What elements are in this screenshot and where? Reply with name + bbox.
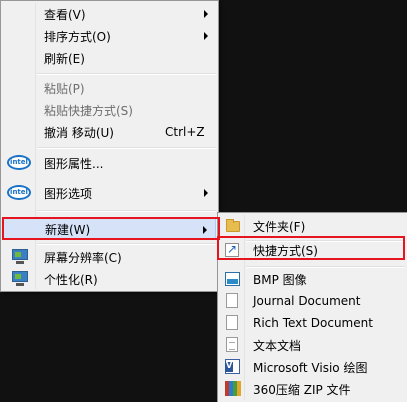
menu-item-label: 排序方式(O) (44, 29, 111, 44)
submenu-item-shortcut[interactable]: 快捷方式(S) (220, 239, 405, 261)
menu-item-label: 文件夹(F) (253, 219, 306, 234)
menu-item-new[interactable]: 新建(W) (3, 218, 216, 240)
document-icon (226, 293, 238, 308)
menu-item-paste-shortcut: 粘贴快捷方式(S) (3, 99, 216, 121)
document-icon (226, 315, 238, 330)
keyboard-shortcut: Ctrl+Z (165, 125, 205, 139)
menu-separator (37, 73, 216, 75)
submenu-arrow-icon (204, 189, 208, 197)
desktop-context-menu: 查看(V) 排序方式(O) 刷新(E) 粘贴(P) 粘贴快捷方式(S) 撤消 移… (0, 0, 219, 292)
monitor-icon (11, 249, 29, 265)
menu-item-label: 图形选项 (44, 186, 93, 201)
menu-item-label: 刷新(E) (44, 51, 85, 66)
menu-item-label: BMP 图像 (253, 272, 307, 287)
menu-item-personalize[interactable]: 个性化(R) (3, 268, 216, 290)
folder-icon (226, 219, 240, 232)
submenu-item-zip-file[interactable]: 360压缩 ZIP 文件 (220, 378, 405, 400)
menu-item-label: 撤消 移动(U) (44, 125, 114, 140)
menu-item-undo-move[interactable]: 撤消 移动(U) Ctrl+Z (3, 121, 216, 143)
bitmap-image-icon (225, 272, 240, 286)
menu-item-label: 查看(V) (44, 7, 86, 22)
menu-item-label: 快捷方式(S) (253, 243, 318, 258)
submenu-item-text-document[interactable]: 文本文档 (220, 334, 405, 356)
menu-item-graphics-options[interactable]: intel 图形选项 (3, 182, 216, 204)
monitor-icon (11, 271, 29, 287)
menu-item-label: 屏幕分辨率(C) (44, 250, 122, 265)
shortcut-icon (225, 242, 239, 257)
submenu-arrow-icon (204, 10, 208, 18)
menu-item-label: 粘贴快捷方式(S) (44, 103, 133, 118)
menu-item-paste: 粘贴(P) (3, 77, 216, 99)
menu-item-refresh[interactable]: 刷新(E) (3, 47, 216, 69)
submenu-item-visio-drawing[interactable]: Microsoft Visio 绘图 (220, 356, 405, 378)
menu-item-label: 图形属性... (44, 156, 104, 171)
menu-item-label: 粘贴(P) (44, 81, 85, 96)
intel-graphics-icon: intel (7, 185, 31, 200)
menu-item-label: 文本文档 (253, 338, 302, 353)
menu-separator (37, 243, 216, 245)
zip-archive-icon (225, 381, 241, 396)
menu-separator (37, 210, 216, 212)
text-document-icon (226, 337, 238, 352)
menu-item-sort-by[interactable]: 排序方式(O) (3, 25, 216, 47)
submenu-item-journal-document[interactable]: Journal Document (220, 290, 405, 312)
menu-item-graphics-properties[interactable]: intel 图形属性... (3, 152, 216, 174)
menu-item-view[interactable]: 查看(V) (3, 3, 216, 25)
menu-item-label: Journal Document (253, 294, 361, 308)
menu-item-screen-resolution[interactable]: 屏幕分辨率(C) (3, 246, 216, 268)
menu-item-label: 新建(W) (45, 222, 91, 237)
intel-graphics-icon: intel (7, 155, 31, 170)
submenu-arrow-icon (203, 226, 207, 234)
submenu-arrow-icon (204, 32, 208, 40)
menu-item-label: 360压缩 ZIP 文件 (253, 382, 351, 397)
submenu-item-rich-text-document[interactable]: Rich Text Document (220, 312, 405, 334)
menu-separator (37, 147, 216, 149)
menu-item-label: Rich Text Document (253, 316, 373, 330)
visio-icon (225, 359, 240, 374)
new-submenu: 文件夹(F) 快捷方式(S) BMP 图像 Journal Document R… (217, 212, 407, 402)
menu-item-label: Microsoft Visio 绘图 (253, 360, 368, 375)
submenu-item-folder[interactable]: 文件夹(F) (220, 215, 405, 237)
menu-item-label: 个性化(R) (44, 272, 98, 287)
submenu-item-bmp-image[interactable]: BMP 图像 (220, 268, 405, 290)
